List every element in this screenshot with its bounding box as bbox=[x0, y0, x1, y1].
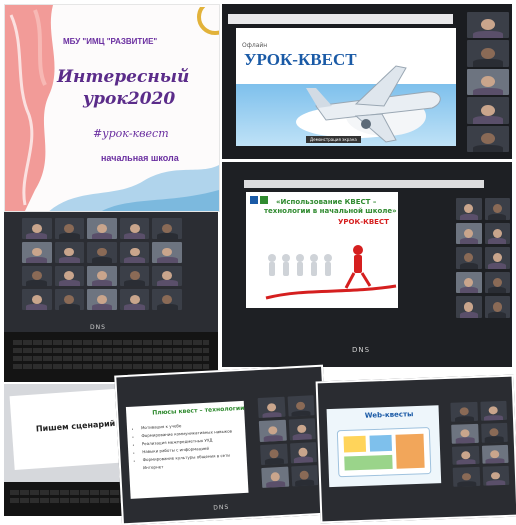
card-title-line1: Интересный bbox=[57, 67, 190, 87]
slide-benefits: Плюсы квест – технологии Мотивация к уче… bbox=[125, 400, 249, 499]
benefits-list: Мотивация к учебе Формирование коммуника… bbox=[131, 419, 247, 473]
browser-bar bbox=[244, 180, 484, 188]
screen-share-banner: Демонстрация экрана bbox=[306, 136, 361, 143]
participant-grid bbox=[450, 400, 510, 487]
photo-laptop-video-grid: DNS bbox=[4, 212, 218, 382]
title-card: МБУ "ИМЦ "РАЗВИТИЕ" Интересный урок2020 … bbox=[4, 4, 220, 212]
gold-ring-decoration bbox=[197, 7, 219, 35]
photo-laptop-quest-slide: «Использование КВЕСТ – технологии в нача… bbox=[222, 162, 512, 367]
webquest-illustration bbox=[336, 427, 432, 478]
scenario-title: Пишем сценарий bbox=[35, 418, 116, 434]
participant-column bbox=[467, 12, 509, 153]
video-grid bbox=[22, 218, 182, 310]
blue-watercolor-decoration bbox=[49, 165, 219, 211]
org-name: МБУ "ИМЦ "РАЗВИТИЕ" bbox=[63, 37, 158, 46]
card-title-line2: урок2020 bbox=[83, 89, 176, 109]
laptop-brand: DNS bbox=[90, 324, 106, 331]
card-school: начальная школа bbox=[101, 153, 179, 163]
photo-laptop-airplane-slide: Офлайн УРОК-КВЕСТ Демонстрация экрана bbox=[222, 4, 512, 159]
slide-airplane: Офлайн УРОК-КВЕСТ Демонстрация экрана bbox=[236, 28, 456, 146]
photo-slide-benefits: Плюсы квест – технологии Мотивация к уче… bbox=[114, 364, 331, 525]
runners-illustration bbox=[265, 245, 397, 300]
quest-subtitle: УРОК-КВЕСТ bbox=[338, 218, 389, 226]
laptop-brand: DNS bbox=[352, 346, 371, 354]
quest-title-line1: «Использование КВЕСТ – bbox=[276, 198, 377, 206]
quest-title-line2: технологии в начальной школе» bbox=[264, 207, 397, 215]
slide-scenario: Пишем сценарий bbox=[9, 387, 133, 471]
airplane-illustration bbox=[296, 65, 441, 143]
benefits-title: Плюсы квест – технологии bbox=[152, 404, 245, 417]
participant-grid bbox=[257, 395, 319, 488]
slide-webquests: Web-квесты bbox=[326, 405, 442, 488]
laptop-brand: DNS bbox=[213, 503, 230, 512]
card-hashtag: #урок-квест bbox=[93, 127, 169, 140]
slide-quest: «Использование КВЕСТ – технологии в нача… bbox=[246, 192, 398, 308]
browser-bar bbox=[228, 14, 453, 24]
participant-grid bbox=[456, 198, 510, 318]
photo-slide-webquests: Web-квесты bbox=[315, 374, 516, 524]
webquests-title: Web-квесты bbox=[364, 410, 414, 420]
